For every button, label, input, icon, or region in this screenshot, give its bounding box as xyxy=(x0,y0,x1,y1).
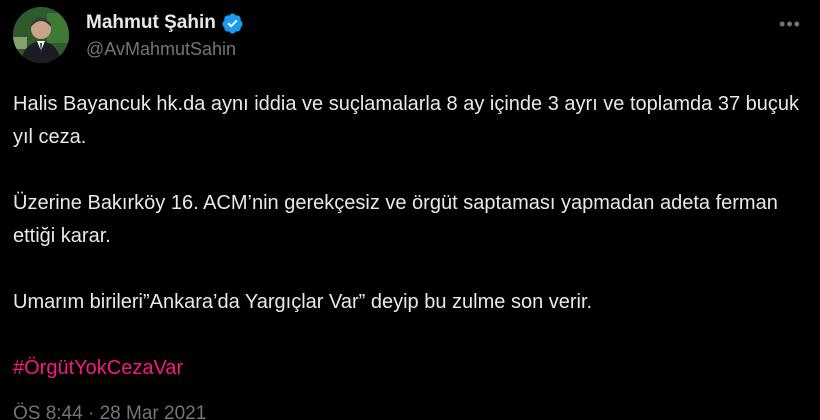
hashtag-link[interactable]: #ÖrgütYokCezaVar xyxy=(13,352,183,385)
verified-badge-icon xyxy=(221,12,244,35)
user-handle[interactable]: @AvMahmutSahin xyxy=(86,39,236,60)
tweet-paragraph-3: Umarım birileri”Ankara’da Yargıçlar Var”… xyxy=(13,291,593,313)
tweet-paragraph-2: Üzerine Bakırköy 16. ACM’nin gerekçesiz … xyxy=(13,192,778,247)
tweet-text: Halis Bayancuk hk.da aynı iddia ve suçla… xyxy=(13,88,803,385)
avatar-photo xyxy=(13,7,69,63)
more-horizontal-icon[interactable]: ••• xyxy=(773,9,807,39)
display-name[interactable]: Mahmut Şahin xyxy=(86,12,216,34)
avatar[interactable] xyxy=(13,7,69,63)
tweet-timestamp[interactable]: ÖS 8:44 · 28 Mar 2021 xyxy=(13,403,206,420)
tweet-card: Mahmut Şahin @AvMahmutSahin ••• Halis Ba… xyxy=(0,0,820,420)
tweet-paragraph-1: Halis Bayancuk hk.da aynı iddia ve suçla… xyxy=(13,93,799,148)
name-row: Mahmut Şahin xyxy=(86,10,244,36)
tweet-header: Mahmut Şahin @AvMahmutSahin ••• xyxy=(13,7,807,67)
